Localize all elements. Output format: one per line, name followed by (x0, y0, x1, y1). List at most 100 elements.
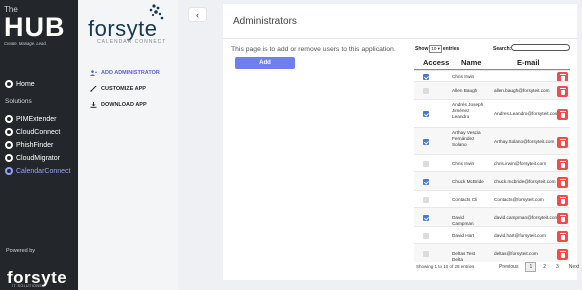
administrators-table: Show 10 ▾ entries Search: Access Name E-… (412, 42, 579, 274)
access-checkbox[interactable] (423, 161, 429, 167)
sidebar-item-home[interactable]: Home (5, 80, 35, 88)
access-checkbox[interactable] (423, 251, 429, 257)
search-label: Search: (493, 46, 512, 52)
user-name: Chris Irwin (452, 161, 475, 166)
table-row: David Campman david.campman@forsyteit.com (414, 207, 570, 226)
pagination-page-3[interactable]: 3 (553, 263, 562, 271)
pimextender-icon (5, 115, 13, 123)
delete-user-button[interactable] (557, 195, 568, 206)
page-title: Administrators (233, 16, 297, 27)
cloudconnect-icon (5, 128, 13, 136)
delete-user-button[interactable] (557, 177, 568, 188)
sidebar-item-phishfinder[interactable]: PhishFinder (5, 141, 53, 149)
sidebar-item-label: PhishFinder (16, 141, 54, 149)
user-email: deltas@forsyteit.com (494, 251, 538, 256)
table-row: Chris Irwin chris.irwin@forsyteit.com (414, 154, 570, 171)
main-card: Administrators This page is to add or re… (223, 4, 579, 280)
sidebar-item-pimextender[interactable]: PIMExtender (5, 115, 56, 123)
column-header-email[interactable]: E-mail (517, 58, 540, 67)
sidebar-section-label: Solutions (5, 98, 32, 105)
sidebar-item-calendarconnect[interactable]: CalendarConnect (5, 167, 70, 175)
access-checkbox[interactable] (423, 139, 429, 145)
user-email: david.campman@forsyteit.com (494, 215, 559, 220)
table-row: Andrés Joseph Jiménez Leandro Andres.Lean… (414, 99, 570, 127)
brush-icon (90, 86, 97, 92)
pagination: Previous 1 2 3 Next (496, 262, 582, 272)
access-checkbox[interactable] (423, 88, 429, 94)
logo-big-text: HUB (4, 12, 66, 42)
sidebar-item-label: CloudMigrator (16, 154, 60, 162)
forsyte-brand-tagline: IT SOLUTIONS (12, 284, 43, 288)
column-header-name[interactable]: Name (461, 58, 481, 67)
delete-user-button[interactable] (557, 231, 568, 242)
pagination-page-2[interactable]: 2 (540, 263, 549, 271)
access-checkbox[interactable] (423, 197, 429, 203)
access-checkbox[interactable] (423, 74, 429, 80)
table-row: Allen Baugh allen.baugh@forsyteit.com (414, 81, 570, 99)
table-row: Chris Irwin (414, 70, 570, 83)
access-checkbox[interactable] (423, 179, 429, 185)
delete-user-button[interactable] (557, 137, 568, 148)
menu-download-app[interactable]: DOWNLOAD APP (90, 102, 147, 108)
user-email: Contacts@forsyteit.com (494, 197, 544, 202)
table-row: Arthay Vescia Fernández Solano Arthay.Sol… (414, 127, 570, 154)
calendarconnect-icon (5, 167, 13, 175)
user-name: Deltas Test Delta (452, 251, 476, 262)
entries-select-value: 10 (431, 46, 437, 51)
pagination-next[interactable]: Next (566, 263, 582, 271)
menu-item-label: CUSTOMIZE APP (101, 86, 146, 92)
page-description: This page is to add or remove users to t… (231, 46, 396, 53)
user-name: David Hart (452, 233, 475, 238)
delete-user-button[interactable] (557, 109, 568, 120)
hub-logo[interactable]: The HUB Create. Manage. Lead. (4, 6, 74, 47)
table-row: Chuck McBride chuck.mcbride@forsyteit.com (414, 171, 570, 190)
menu-add-administrator[interactable]: ADD ADMINISTRATOR (90, 70, 160, 76)
sidebar-item-label: CalendarConnect (16, 167, 71, 175)
delete-user-button[interactable] (557, 86, 568, 97)
app-menu: forsyte CALENDAR CONNECT ADD ADMINISTRAT… (78, 0, 178, 290)
entries-select[interactable]: 10 ▾ (429, 45, 442, 53)
delete-user-button[interactable] (557, 213, 568, 224)
search-input[interactable] (511, 44, 570, 51)
access-checkbox[interactable] (423, 111, 429, 117)
user-name: Contacts Cli (452, 197, 478, 202)
user-email: chris.irwin@forsyteit.com (494, 161, 547, 166)
pagination-previous[interactable]: Previous (496, 263, 521, 271)
sidebar-item-label: CloudConnect (16, 128, 61, 136)
table-info: Showing 1 to 10 of 28 entries (416, 264, 475, 269)
user-name: Chris Irwin (452, 74, 475, 79)
user-email: chuck.mcbride@forsyteit.com (494, 179, 556, 184)
sidebar-item-cloudconnect[interactable]: CloudConnect (5, 128, 60, 136)
pagination-page-1[interactable]: 1 (525, 262, 537, 272)
menu-item-label: DOWNLOAD APP (101, 102, 147, 108)
user-name: Chuck McBride (452, 179, 484, 184)
user-email: allen.baugh@forsyteit.com (494, 88, 550, 93)
phishfinder-icon (5, 141, 13, 149)
title-divider (223, 38, 577, 39)
menu-customize-app[interactable]: CUSTOMIZE APP (90, 86, 146, 92)
user-name: Allen Baugh (452, 88, 478, 93)
add-user-icon (90, 70, 97, 76)
sidebar: The HUB Create. Manage. Lead. Home Solut… (0, 0, 78, 290)
collapse-sidebar-button[interactable]: ‹ (189, 8, 206, 21)
app-logo-subtitle: CALENDAR CONNECT (97, 39, 167, 45)
user-name: Andrés Joseph Jiménez Leandro (452, 102, 484, 119)
user-email: Andres.Leandro@forsyteit.com (494, 111, 559, 116)
cloudmigrator-icon (5, 154, 13, 162)
show-label: Show (415, 46, 429, 52)
delete-user-button[interactable] (557, 249, 568, 260)
delete-user-button[interactable] (557, 159, 568, 170)
sidebar-item-label: PIMExtender (16, 115, 57, 123)
entries-length-control: Show 10 ▾ entries (415, 45, 459, 53)
sidebar-item-cloudmigrator[interactable]: CloudMigrator (5, 154, 60, 162)
column-header-access[interactable]: Access (423, 58, 449, 67)
user-email: Arthay.Solano@forsyteit.com (494, 139, 555, 144)
access-checkbox[interactable] (423, 233, 429, 239)
download-icon (90, 102, 97, 108)
entries-label: entries (442, 46, 460, 52)
home-icon (5, 80, 13, 88)
user-name: Arthay Vescia Fernández Solano (452, 130, 481, 147)
add-button[interactable]: Add (235, 57, 295, 69)
access-checkbox[interactable] (423, 215, 429, 221)
chevron-left-icon: ‹ (196, 9, 199, 20)
